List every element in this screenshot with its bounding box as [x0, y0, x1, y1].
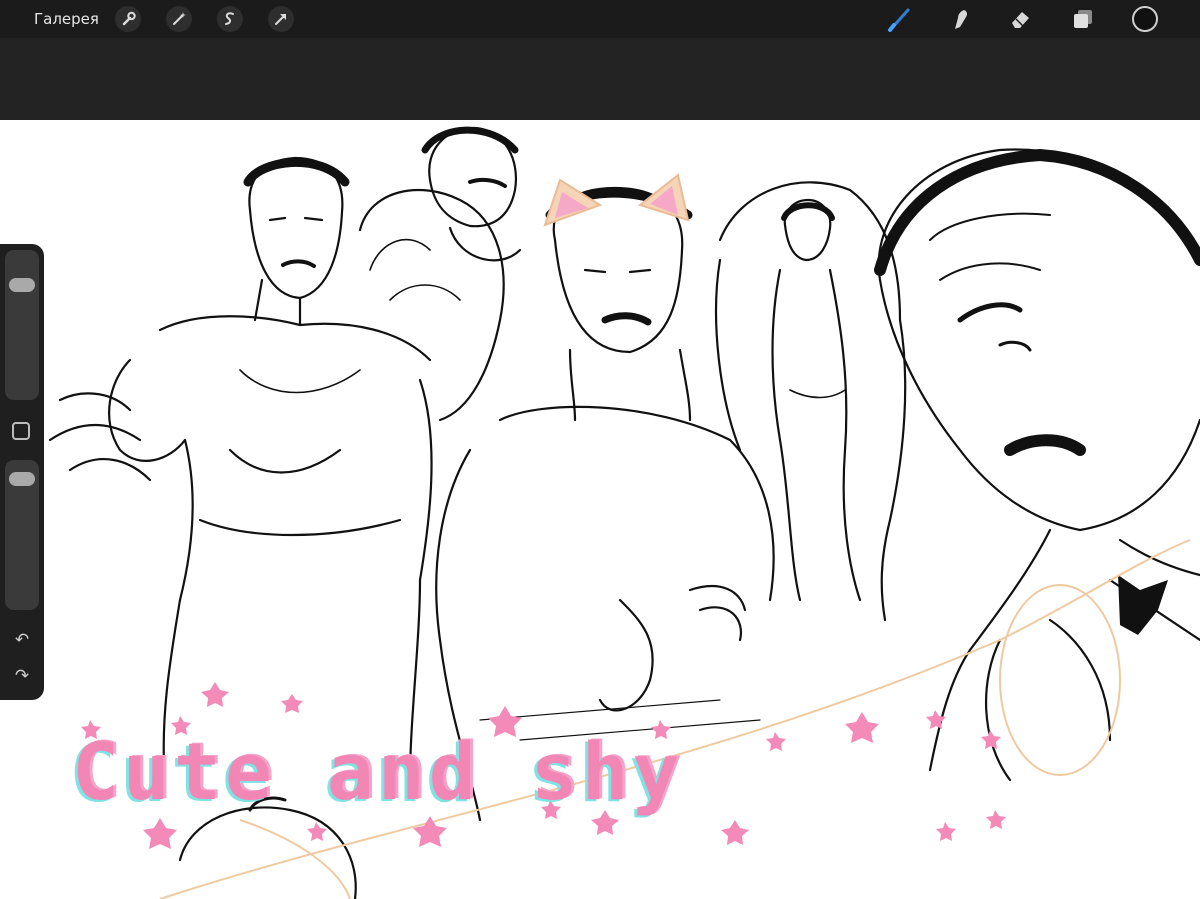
gallery-button[interactable]: Галерея — [34, 8, 99, 30]
eraser-icon[interactable] — [1006, 5, 1034, 33]
color-swatch[interactable] — [1131, 5, 1159, 33]
smudge-icon[interactable] — [946, 5, 974, 33]
layers-icon[interactable] — [1069, 5, 1097, 33]
overlay-caption: Cute and shy — [72, 728, 684, 818]
magic-wand-icon[interactable] — [166, 6, 192, 32]
top-toolbar: Галерея — [0, 0, 1200, 38]
selection-icon[interactable] — [217, 6, 243, 32]
redo-icon[interactable]: ↷ — [10, 666, 34, 686]
opacity-slider[interactable] — [5, 460, 39, 610]
brush-icon[interactable] — [886, 5, 914, 33]
left-sidebar: ↶ ↷ — [0, 244, 44, 700]
brush-size-thumb[interactable] — [9, 278, 35, 293]
transform-arrow-icon[interactable] — [268, 6, 294, 32]
wrench-icon[interactable] — [115, 6, 141, 32]
undo-icon[interactable]: ↶ — [10, 630, 34, 650]
opacity-thumb[interactable] — [9, 471, 35, 486]
brush-size-slider[interactable] — [5, 250, 39, 400]
modify-button[interactable] — [12, 422, 30, 440]
cat-ears-sticker — [543, 173, 690, 227]
toolbar-backdrop — [0, 38, 1200, 120]
